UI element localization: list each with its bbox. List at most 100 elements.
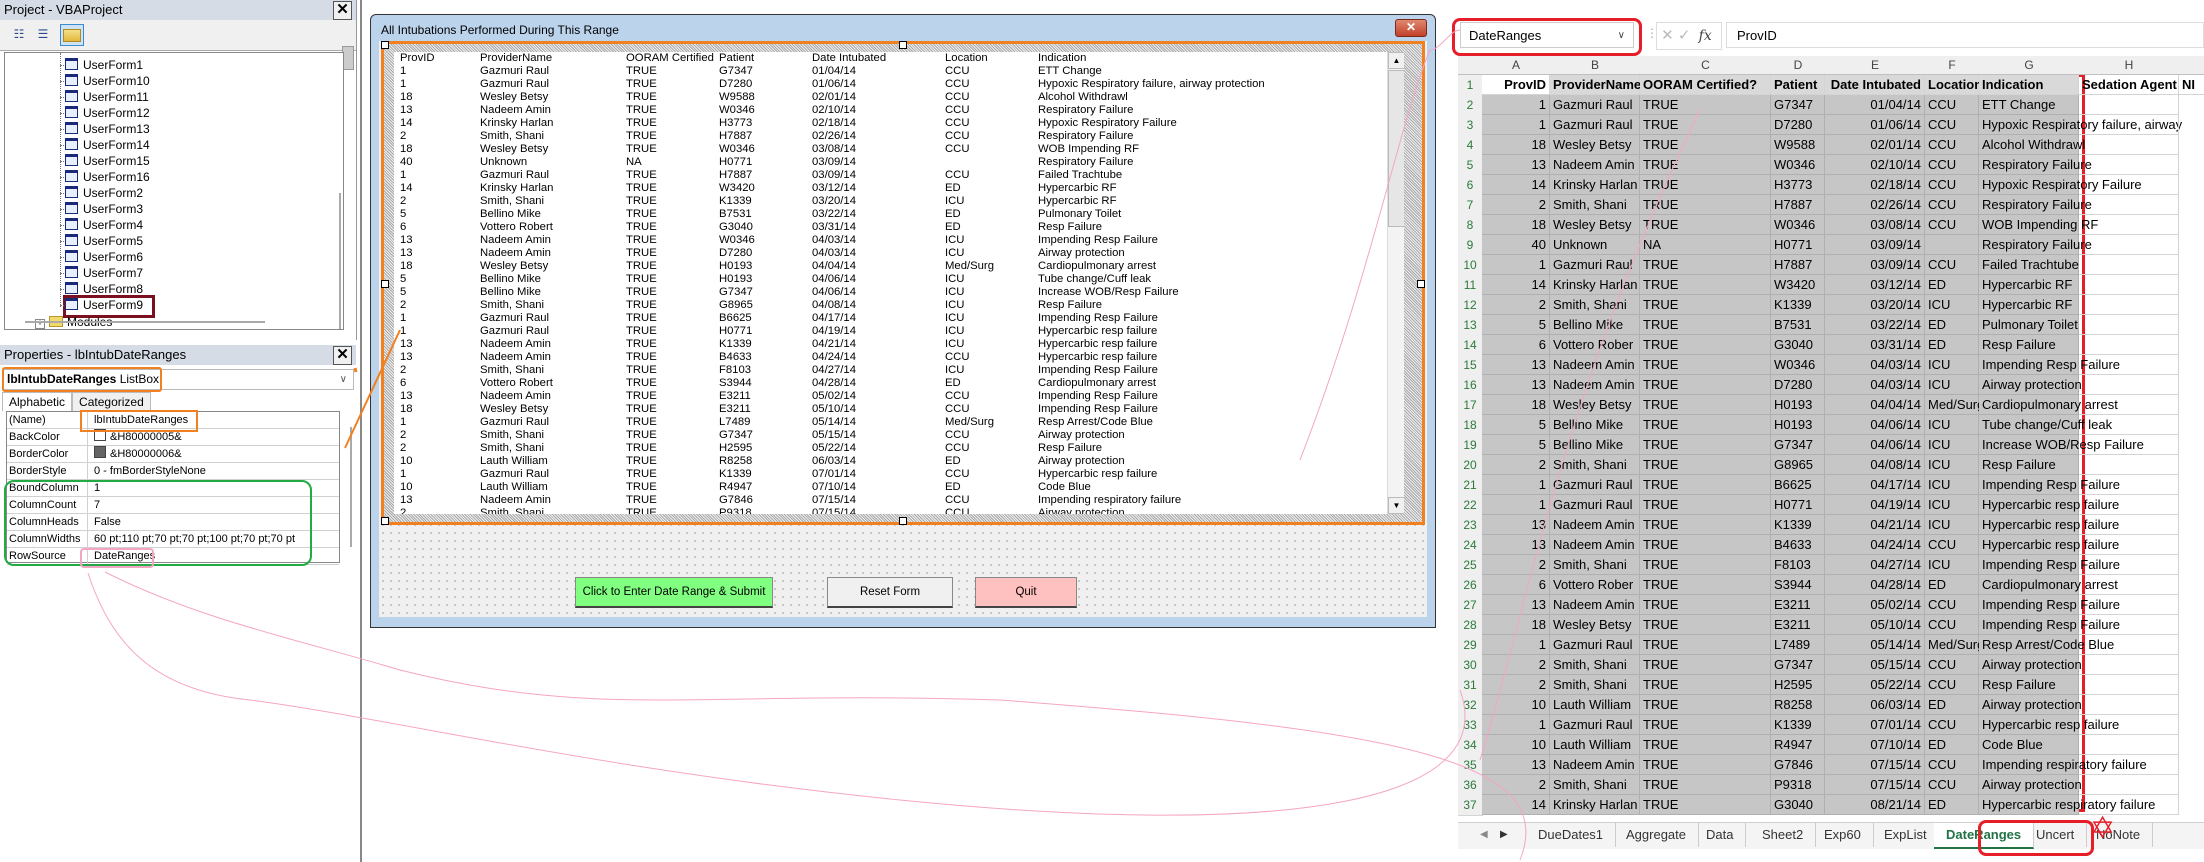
- project-tree[interactable]: +Modules UserForm1UserForm10UserForm11Us…: [4, 52, 344, 330]
- worksheet-cell[interactable]: [2079, 735, 2179, 755]
- worksheet-cell[interactable]: G3040: [1771, 335, 1825, 355]
- worksheet-cell[interactable]: ICU: [1925, 475, 1979, 495]
- tree-item-userform[interactable]: UserForm16: [65, 169, 150, 185]
- worksheet-cell[interactable]: ICU: [1925, 435, 1979, 455]
- tree-item-userform[interactable]: UserForm3: [65, 201, 143, 217]
- listbox-row[interactable]: 13 Nadeem Amin TRUE D7280 04/03/14 ICU Airway …: [394, 247, 1404, 260]
- worksheet-cell[interactable]: TRUE: [1640, 415, 1771, 435]
- worksheet-cell[interactable]: Med/Surg: [1925, 635, 1984, 655]
- tree-item-userform[interactable]: UserForm5: [65, 233, 143, 249]
- row-header[interactable]: 15: [1458, 355, 1483, 376]
- tree-item-userform[interactable]: UserForm10: [65, 73, 150, 89]
- worksheet-cell[interactable]: Gazmuri Raul: [1550, 715, 1640, 735]
- worksheet-cell[interactable]: Sedation Agent: [2079, 75, 2179, 95]
- worksheet-cell[interactable]: 04/06/14: [1825, 415, 1925, 435]
- view-object-icon[interactable]: ☰: [34, 26, 52, 42]
- worksheet-cell[interactable]: Increase WOB/Resp Failure: [1979, 435, 2144, 455]
- worksheet-cell[interactable]: [2079, 715, 2179, 735]
- worksheet-cell[interactable]: Nadeem Amin: [1550, 155, 1640, 175]
- resize-handle[interactable]: [1417, 280, 1425, 288]
- listbox-row[interactable]: 5 Bellino Mike TRUE H0193 04/06/14 ICU Tube ch…: [394, 273, 1404, 286]
- worksheet-cell[interactable]: [2079, 95, 2179, 115]
- worksheet-cell[interactable]: Hypoxic Respiratory failure, airway: [1979, 115, 2182, 135]
- worksheet-cell[interactable]: 01/04/14: [1825, 95, 1925, 115]
- column-header[interactable]: D: [1771, 56, 1826, 75]
- row-header[interactable]: 27: [1458, 595, 1483, 616]
- tree-item-userform[interactable]: UserForm14: [65, 137, 150, 153]
- worksheet-cell[interactable]: D7280: [1771, 115, 1825, 135]
- worksheet-cell[interactable]: 18: [1482, 395, 1550, 415]
- toggle-folders-icon[interactable]: [60, 24, 84, 46]
- column-header[interactable]: A: [1482, 56, 1551, 75]
- worksheet-cell[interactable]: WOB Impending RF: [1979, 215, 2098, 235]
- worksheet-cell[interactable]: Respiratory Failure: [1979, 235, 2092, 255]
- worksheet-cell[interactable]: E3211: [1771, 595, 1825, 615]
- worksheet-cell[interactable]: Gazmuri Raul: [1550, 635, 1640, 655]
- listbox-row[interactable]: 1 Gazmuri Raul TRUE L7489 05/14/14 Med/Surg Re…: [394, 416, 1404, 429]
- worksheet-cell[interactable]: 6: [1482, 575, 1550, 595]
- worksheet-cell[interactable]: Smith, Shani: [1550, 655, 1640, 675]
- worksheet-cell[interactable]: Vottero Rober: [1550, 575, 1640, 595]
- worksheet-cell[interactable]: 02/26/14: [1825, 195, 1925, 215]
- worksheet-cell[interactable]: ICU: [1925, 375, 1979, 395]
- scroll-down-icon[interactable]: ▼: [1388, 497, 1404, 514]
- worksheet-cell[interactable]: Airway protection: [1979, 775, 2082, 795]
- worksheet-cell[interactable]: 04/21/14: [1825, 515, 1925, 535]
- worksheet-cell[interactable]: W0346: [1771, 155, 1825, 175]
- worksheet-cell[interactable]: 18: [1482, 135, 1550, 155]
- listbox-row[interactable]: 1 Gazmuri Raul TRUE H7887 03/09/14 CCU Failed …: [394, 169, 1404, 182]
- listbox-row[interactable]: 1 Gazmuri Raul TRUE H0771 04/19/14 ICU Hyperca…: [394, 325, 1404, 338]
- worksheet-cell[interactable]: 1: [1482, 635, 1550, 655]
- tab-scroll-right-icon[interactable]: ▶: [1500, 823, 1508, 847]
- worksheet-cell[interactable]: [1925, 235, 1979, 255]
- listbox-row[interactable]: 2 Smith, Shani TRUE P9318 07/15/14 CCU Airway …: [394, 507, 1404, 514]
- worksheet-cell[interactable]: Nadeem Amin: [1550, 755, 1640, 775]
- tree-item-userform[interactable]: UserForm7: [65, 265, 143, 281]
- worksheet-cell[interactable]: Wesley Betsy: [1550, 135, 1640, 155]
- worksheet-cell[interactable]: H3773: [1771, 175, 1825, 195]
- worksheet-cell[interactable]: Hypercarbic resp failure: [1979, 515, 2119, 535]
- worksheet-cell[interactable]: 03/09/14: [1825, 255, 1925, 275]
- worksheet-cell[interactable]: [2079, 575, 2179, 595]
- worksheet-cell[interactable]: Smith, Shani: [1550, 195, 1640, 215]
- worksheet-cell[interactable]: 02/18/14: [1825, 175, 1925, 195]
- worksheet-cell[interactable]: 07/10/14: [1825, 735, 1925, 755]
- worksheet-cell[interactable]: TRUE: [1640, 775, 1771, 795]
- row-header[interactable]: 30: [1458, 655, 1483, 676]
- row-header[interactable]: 24: [1458, 535, 1483, 556]
- worksheet-cell[interactable]: [2079, 355, 2179, 375]
- row-header[interactable]: 26: [1458, 575, 1483, 596]
- worksheet-cell[interactable]: ED: [1925, 335, 1979, 355]
- property-row[interactable]: BorderColor &H80000006&: [7, 446, 339, 463]
- worksheet-cell[interactable]: 03/20/14: [1825, 295, 1925, 315]
- worksheet-cell[interactable]: [2079, 235, 2179, 255]
- worksheet-cell[interactable]: P9318: [1771, 775, 1825, 795]
- enter-date-range-submit-button[interactable]: Click to Enter Date Range & Submit: [575, 577, 773, 608]
- worksheet-cell[interactable]: NI: [2179, 75, 2204, 95]
- worksheet-cell[interactable]: Hypercarbic resp failure: [1979, 535, 2119, 555]
- worksheet-cell[interactable]: TRUE: [1640, 755, 1771, 775]
- worksheet-cell[interactable]: 1: [1482, 115, 1550, 135]
- worksheet-cell[interactable]: TRUE: [1640, 395, 1771, 415]
- worksheet-cell[interactable]: 04/04/14: [1825, 395, 1925, 415]
- listbox-row[interactable]: 1 Gazmuri Raul TRUE K1339 07/01/14 CCU Hyperca…: [394, 468, 1404, 481]
- worksheet-cell[interactable]: Hypercarbic RF: [1979, 295, 2079, 315]
- tree-item-userform[interactable]: UserForm4: [65, 217, 143, 233]
- pane-splitter[interactable]: [360, 0, 362, 862]
- worksheet-cell[interactable]: H0771: [1771, 235, 1825, 255]
- formula-bar-input[interactable]: ProvID: [1726, 22, 2204, 48]
- worksheet-cell[interactable]: ED: [1925, 275, 1979, 295]
- worksheet-cell[interactable]: 07/15/14: [1825, 775, 1925, 795]
- worksheet-cell[interactable]: 04/03/14: [1825, 355, 1925, 375]
- worksheet-cell[interactable]: Gazmuri Raul: [1550, 115, 1640, 135]
- worksheet-cell[interactable]: TRUE: [1640, 475, 1771, 495]
- column-header[interactable]: G: [1979, 56, 2080, 75]
- worksheet-cell[interactable]: Smith, Shani: [1550, 555, 1640, 575]
- worksheet-cell[interactable]: TRUE: [1640, 295, 1771, 315]
- worksheet-cell[interactable]: H0193: [1771, 415, 1825, 435]
- worksheet-cell[interactable]: TRUE: [1640, 695, 1771, 715]
- worksheet-cell[interactable]: [2079, 435, 2179, 455]
- worksheet-cell[interactable]: F8103: [1771, 555, 1825, 575]
- worksheet-cell[interactable]: Unknown: [1550, 235, 1640, 255]
- listbox-row[interactable]: 1 Gazmuri Raul TRUE D7280 01/06/14 CCU Hypoxic…: [394, 78, 1404, 91]
